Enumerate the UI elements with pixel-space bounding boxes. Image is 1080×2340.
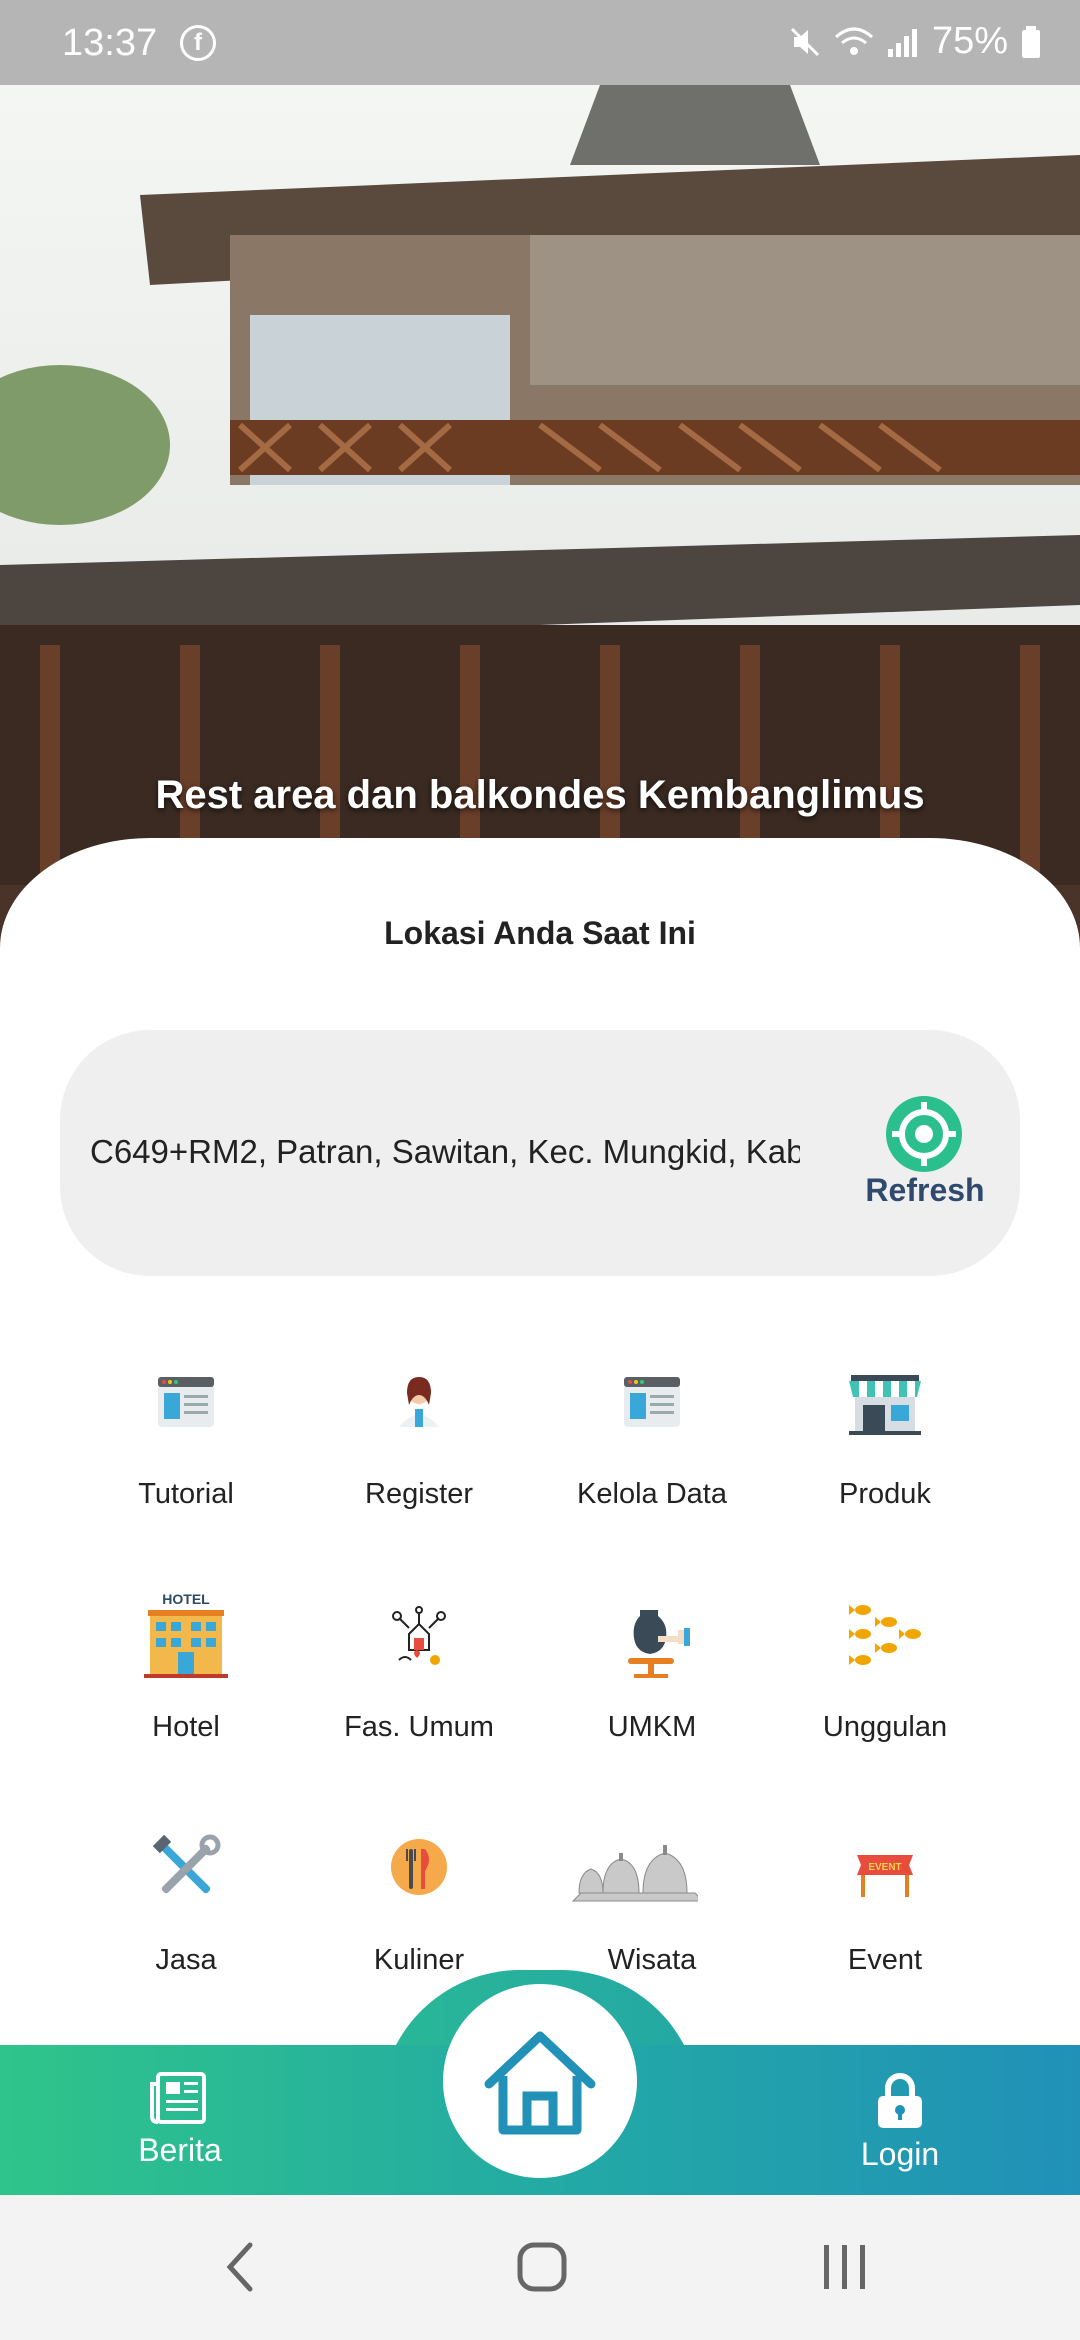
location-title: Lokasi Anda Saat Ini bbox=[384, 915, 696, 951]
menu-label: UMKM bbox=[607, 1711, 697, 1743]
menu-register[interactable]: Register bbox=[303, 1355, 535, 1565]
battery-percent: 75% bbox=[931, 20, 1008, 62]
location-target-icon[interactable] bbox=[884, 1094, 964, 1174]
menu-event[interactable]: EVENT Event bbox=[769, 1821, 1001, 2031]
menu-label: Produk bbox=[839, 1478, 931, 1510]
hotel-sign-text: HOTEL bbox=[162, 1591, 210, 1607]
refresh-button[interactable]: Refresh bbox=[855, 1172, 995, 1209]
tools-icon bbox=[152, 1834, 221, 1894]
menu-tutorial[interactable]: Tutorial bbox=[70, 1355, 302, 1565]
menu-label: Unggulan bbox=[822, 1711, 948, 1743]
wifi-icon bbox=[834, 27, 873, 55]
status-bar: 13:37 f 75% bbox=[0, 0, 1080, 85]
system-navigation-bar bbox=[0, 2195, 1080, 2340]
signal-icon bbox=[887, 28, 917, 57]
home-system-icon[interactable] bbox=[516, 2241, 568, 2293]
status-time: 13:37 bbox=[62, 22, 158, 64]
hotel-icon: HOTEL bbox=[144, 1591, 228, 1678]
menu-hotel[interactable]: HOTEL Hotel bbox=[70, 1588, 302, 1798]
battery-icon bbox=[1022, 25, 1040, 58]
home-icon bbox=[484, 2031, 596, 2135]
menu-produk[interactable]: Produk bbox=[769, 1355, 1001, 1565]
menu-label: Hotel bbox=[152, 1711, 220, 1743]
menu-fas-umum[interactable]: Fas. Umum bbox=[303, 1588, 535, 1798]
facebook-notification-icon: f bbox=[180, 25, 216, 61]
mute-icon bbox=[790, 27, 819, 56]
menu-label: Jasa bbox=[155, 1944, 217, 1976]
public-facility-icon bbox=[392, 1606, 446, 1665]
event-banner-icon: EVENT bbox=[857, 1855, 913, 1897]
browser-window-icon bbox=[624, 1377, 680, 1427]
store-icon bbox=[849, 1375, 921, 1435]
recent-apps-icon[interactable] bbox=[820, 2241, 870, 2293]
back-icon[interactable] bbox=[222, 2241, 258, 2293]
person-icon bbox=[399, 1377, 439, 1427]
lock-icon bbox=[878, 2073, 922, 2128]
menu-umkm[interactable]: UMKM bbox=[536, 1588, 768, 1798]
menu-label: Register bbox=[365, 1478, 473, 1510]
menu-kelola-data[interactable]: Kelola Data bbox=[536, 1355, 768, 1565]
menu-label: Tutorial bbox=[138, 1478, 234, 1510]
temple-icon bbox=[571, 1845, 698, 1902]
menu-unggulan[interactable]: Unggulan bbox=[769, 1588, 1001, 1798]
cutlery-icon bbox=[391, 1839, 447, 1895]
nav-berita-label: Berita bbox=[138, 2132, 222, 2168]
menu-label: Event bbox=[847, 1944, 923, 1976]
nav-login-label: Login bbox=[860, 2136, 940, 2172]
pottery-icon bbox=[628, 1610, 690, 1678]
menu-label: Fas. Umum bbox=[344, 1711, 494, 1743]
menu-jasa[interactable]: Jasa bbox=[70, 1821, 302, 2031]
newspaper-icon bbox=[150, 2072, 206, 2124]
hero-caption: Rest area dan balkondes Kembanglimus bbox=[155, 773, 925, 817]
location-address: C649+RM2, Patran, Sawitan, Kec. Mungkid,… bbox=[90, 1133, 800, 1170]
event-banner-text: EVENT bbox=[868, 1862, 901, 1873]
nav-login[interactable]: Login bbox=[830, 2070, 970, 2173]
status-icons: 75% bbox=[788, 20, 1042, 63]
home-button[interactable] bbox=[443, 1984, 637, 2178]
fish-icon bbox=[849, 1605, 921, 1665]
menu-label: Kelola Data bbox=[577, 1478, 727, 1510]
browser-window-icon bbox=[158, 1377, 214, 1427]
nav-berita[interactable]: Berita bbox=[110, 2070, 250, 2169]
